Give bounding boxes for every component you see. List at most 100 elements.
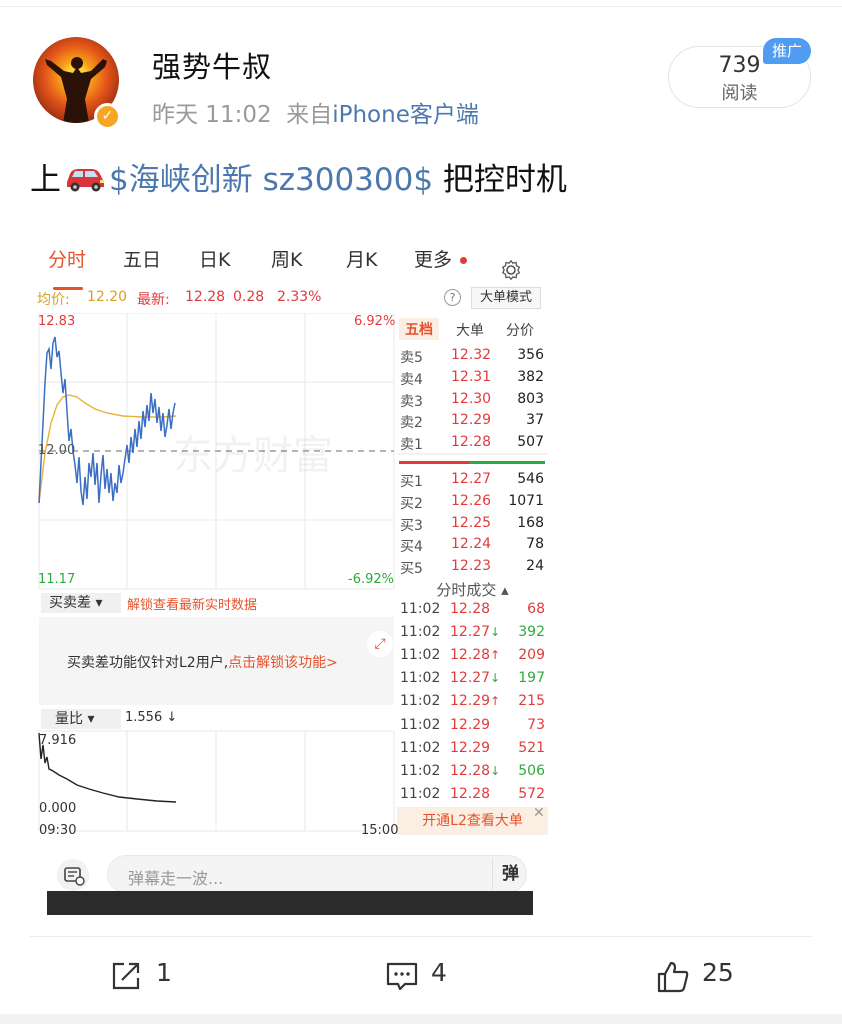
trade-volume: 73: [527, 716, 545, 733]
tab-five-levels[interactable]: 五档: [399, 318, 439, 340]
trades-title[interactable]: 分时成交 ▴: [397, 579, 548, 601]
bid-volume: 546: [517, 471, 544, 487]
help-icon[interactable]: ?: [444, 289, 461, 306]
danmu-send-button[interactable]: 弹: [492, 858, 528, 890]
spread-bar: 买卖差 ▾ 解锁查看最新实时数据: [39, 591, 394, 615]
ask-volume: 37: [526, 412, 544, 429]
watermark-text: 东方财富: [173, 433, 333, 479]
divider: [30, 936, 812, 937]
volume-ratio-bottom-label: 0.000: [39, 801, 77, 816]
bid-volume: 1071: [508, 492, 544, 509]
trade-price: 12.29: [450, 716, 491, 733]
tab-more[interactable]: 更多: [414, 245, 452, 272]
danmu-toggle-icon[interactable]: [57, 859, 89, 891]
trade-price: 12.28: [450, 785, 491, 802]
trade-row: 11:02 12.28↓ 506: [397, 763, 548, 785]
tab-five-day[interactable]: 五日: [123, 245, 161, 272]
username[interactable]: 强势牛叔: [152, 44, 272, 86]
tab-month-k[interactable]: 月K: [346, 245, 377, 272]
trade-volume: 215: [518, 693, 545, 710]
bid-label: 买4: [400, 539, 423, 556]
gear-icon[interactable]: [500, 259, 522, 281]
trade-price-group: 12.29↑: [450, 693, 500, 709]
trade-volume: 209: [518, 647, 545, 664]
stock-tag-link[interactable]: $海峡创新 sz300300$: [109, 162, 433, 198]
close-icon[interactable]: ✕: [533, 805, 545, 821]
price-high-label: 12.83: [38, 314, 76, 329]
ask-row[interactable]: 卖2 12.29 37: [397, 412, 548, 434]
trade-price: 12.27: [450, 624, 491, 641]
post-time: 昨天 11:02: [152, 102, 272, 128]
trade-row: 11:02 12.29 521: [397, 740, 548, 762]
car-emoji-icon: [63, 162, 107, 192]
trade-direction-icon: ↑: [490, 648, 501, 663]
bid-price: 12.27: [451, 471, 492, 487]
time-start-label: 09:30: [39, 823, 77, 838]
post-text: 上 $海峡创新 sz300300$ 把控时机: [30, 154, 567, 199]
ask-price: 12.28: [451, 434, 492, 451]
trade-price-group: 12.28↑: [450, 647, 500, 663]
tab-price-distribution[interactable]: 分价: [506, 320, 534, 340]
comment-count: 4: [431, 958, 447, 987]
pct-high-label: 6.92%: [354, 314, 396, 329]
trade-volume: 68: [527, 601, 545, 617]
big-order-mode-button[interactable]: 大单模式: [471, 287, 541, 309]
ask-row[interactable]: 卖3 12.30 803: [397, 391, 548, 413]
trade-volume: 506: [518, 762, 545, 779]
ask-row[interactable]: 卖1 12.28 507: [397, 434, 548, 456]
volume-ratio-select[interactable]: 量比 ▾: [41, 709, 121, 729]
tab-day-k[interactable]: 日K: [199, 245, 230, 272]
trade-price-group: 12.27↓: [450, 670, 500, 686]
trade-time: 11:02: [400, 693, 441, 710]
trade-time: 11:02: [400, 624, 441, 641]
spread-message-text: 买卖差功能仅针对L2用户,: [67, 655, 229, 671]
expand-icon[interactable]: ⤢: [367, 631, 393, 657]
trade-price-group: 12.28: [450, 601, 490, 617]
promo-badge: 推广: [763, 38, 811, 64]
tab-intraday[interactable]: 分时: [48, 245, 86, 272]
spread-unlock-link[interactable]: 解锁查看最新实时数据: [127, 594, 257, 613]
open-l2-banner[interactable]: 开通L2查看大单: [397, 807, 548, 835]
like-button[interactable]: 25: [656, 958, 756, 993]
bid-label: 买2: [400, 495, 423, 512]
tab-big-orders[interactable]: 大单: [456, 320, 484, 340]
bid-row[interactable]: 买3 12.25 168: [397, 515, 548, 537]
spread-select[interactable]: 买卖差 ▾: [41, 593, 121, 613]
notification-dot-icon: [460, 257, 467, 264]
divider: [0, 6, 842, 7]
trade-price: 12.28: [450, 762, 491, 779]
bid-price: 12.25: [451, 514, 492, 531]
ask-row[interactable]: 卖5 12.32 356: [397, 347, 548, 369]
trade-price-group: 12.28: [450, 786, 490, 802]
trade-volume: 392: [518, 624, 545, 641]
trade-time: 11:02: [400, 670, 441, 687]
trade-volume: 572: [518, 785, 545, 802]
bid-row[interactable]: 买4 12.24 78: [397, 536, 548, 558]
volume-ratio-value: 1.556 ↓: [125, 710, 178, 725]
volume-ratio-top-label: 7.916: [39, 733, 77, 748]
bid-row[interactable]: 买5 12.23 24: [397, 558, 548, 580]
spread-unlock-cta[interactable]: 点击解锁该功能>: [228, 655, 338, 671]
ask-label: 卖2: [400, 415, 423, 432]
bid-row[interactable]: 买1 12.27 546: [397, 471, 548, 493]
bid-volume: 24: [526, 558, 544, 575]
bid-row[interactable]: 买2 12.26 1071: [397, 493, 548, 515]
share-button[interactable]: 1: [110, 958, 190, 992]
ask-row[interactable]: 卖4 12.31 382: [397, 369, 548, 391]
trade-price: 12.29: [450, 693, 491, 710]
comment-button[interactable]: 4: [385, 958, 465, 992]
price-mid-label: 12.00: [38, 443, 76, 458]
spread-locked-box[interactable]: 买卖差功能仅针对L2用户,点击解锁该功能> ⤢: [39, 617, 394, 705]
trade-price: 12.28: [450, 601, 491, 617]
ask-price: 12.32: [451, 347, 492, 363]
trade-direction-icon: ↑: [490, 694, 501, 709]
trade-price-group: 12.27↓: [450, 624, 500, 640]
trade-time: 11:02: [400, 716, 441, 733]
post-from-label: 来自: [286, 102, 333, 128]
last-label: 最新:: [137, 292, 170, 308]
stock-screenshot-image[interactable]: 分时 五日 日K 周K 月K 更多 均价: 12.20 最新: 12.28 0.…: [33, 225, 548, 915]
danmu-input[interactable]: 弹幕走一波... 弹: [107, 855, 527, 893]
tab-week-k[interactable]: 周K: [271, 245, 302, 272]
bid-volume: 78: [526, 536, 544, 553]
trade-volume: 197: [518, 670, 545, 687]
